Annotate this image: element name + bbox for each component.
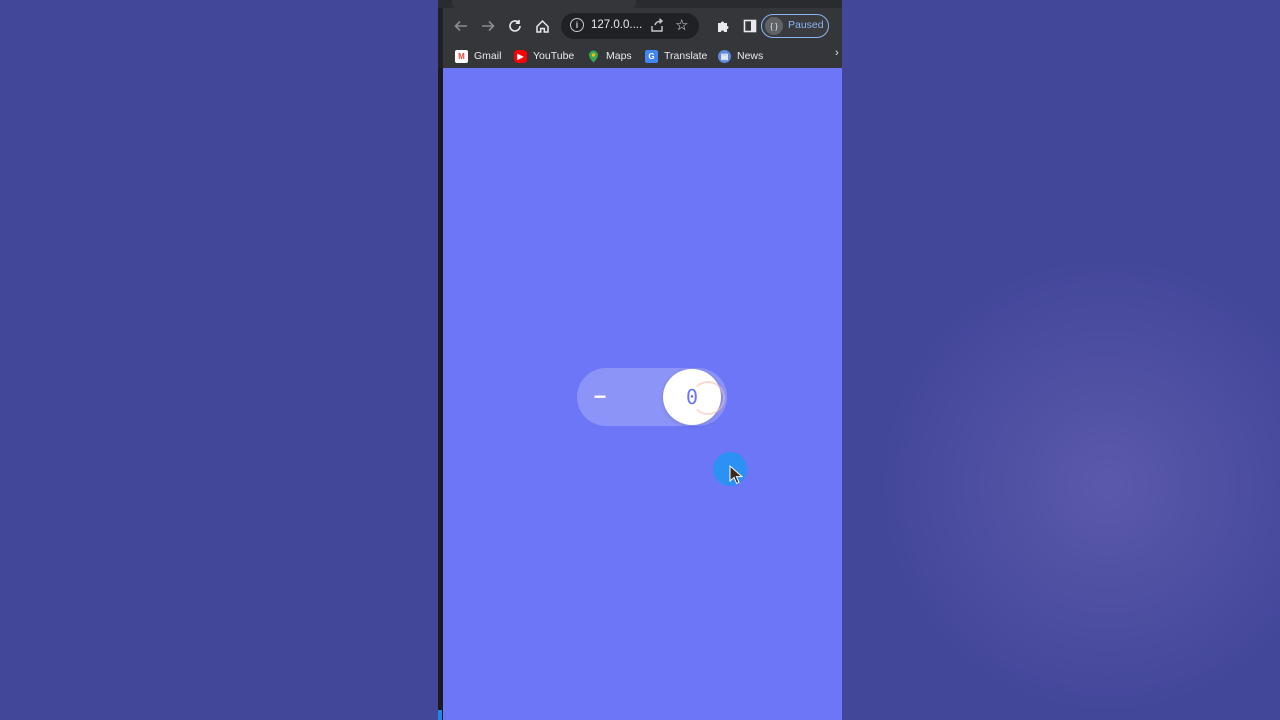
chevron-right-icon[interactable]: › [835,47,839,59]
info-icon[interactable]: i [570,18,584,32]
arrow-left-icon[interactable] [449,14,473,38]
profile-avatar-icon: { } [765,17,783,35]
star-icon[interactable]: ☆ [675,16,688,36]
counter-knob[interactable]: 0 [663,369,725,425]
mouse-cursor-icon [729,465,743,485]
reload-icon[interactable] [503,14,527,38]
browser-window: i 127.0.0.... ☆ { } Paused M Gmail ▶ You… [438,0,842,720]
background-glow [850,250,1280,720]
browser-toolbar: i 127.0.0.... ☆ { } Paused [443,8,842,44]
bookmark-youtube[interactable]: ▶ YouTube [514,47,574,65]
bookmark-translate[interactable]: G Translate [645,47,707,65]
arrow-right-icon[interactable] [476,14,500,38]
news-icon: ▤ [718,49,731,63]
page-viewport: − 0 [443,68,842,720]
bookmark-maps[interactable]: Maps [587,47,632,65]
bookmark-label: YouTube [533,50,575,62]
translate-icon: G [645,49,658,63]
decrement-button[interactable]: − [585,382,615,412]
tab-active[interactable] [452,0,636,8]
home-icon[interactable] [530,14,554,38]
bookmarks-bar: M Gmail ▶ YouTube Maps G Translate ▤ New… [443,44,842,68]
bookmark-label: News [737,50,764,62]
gmail-icon: M [455,49,468,63]
bookmark-label: Gmail [474,50,502,62]
url-text: 127.0.0.... [591,19,643,31]
side-panel-icon[interactable] [738,14,762,38]
puzzle-icon[interactable] [711,14,735,38]
bookmark-label: Maps [606,50,632,62]
address-bar[interactable]: i 127.0.0.... ☆ [561,13,699,39]
counter-value: 0 [685,385,699,409]
maps-icon [587,50,600,63]
share-icon[interactable] [649,17,667,35]
tab-strip [438,0,842,8]
youtube-icon: ▶ [514,49,527,63]
edge-indicator [438,710,442,720]
profile-button[interactable]: { } Paused [761,14,829,38]
counter-widget: − 0 [577,368,727,426]
bookmark-news[interactable]: ▤ News [718,47,763,65]
profile-status-label: Paused [788,19,824,31]
bookmark-label: Translate [664,50,708,62]
bookmark-gmail[interactable]: M Gmail [455,47,501,65]
